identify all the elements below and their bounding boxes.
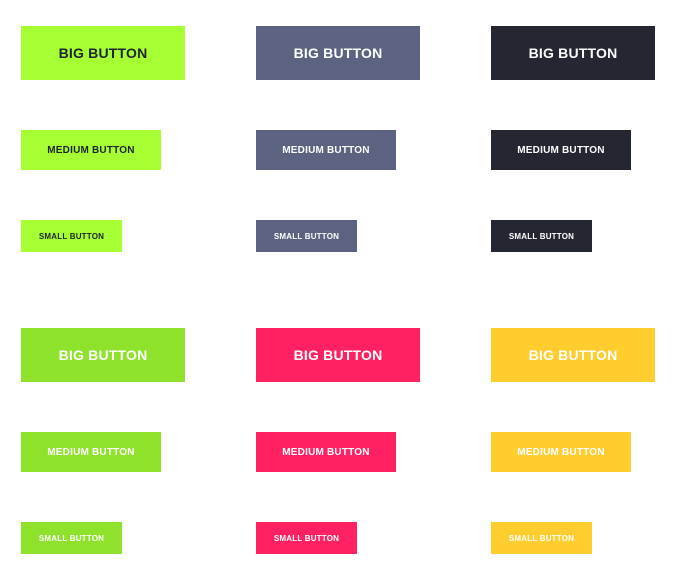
medium-button-pink[interactable]: MEDIUM BUTTON xyxy=(256,432,396,472)
small-button-lime[interactable]: SMALL BUTTON xyxy=(21,220,122,252)
small-button-slate[interactable]: SMALL BUTTON xyxy=(256,220,357,252)
big-button-slate[interactable]: BIG BUTTON xyxy=(256,26,420,80)
small-button-green[interactable]: SMALL BUTTON xyxy=(21,522,122,554)
small-button-yellow[interactable]: SMALL BUTTON xyxy=(491,522,592,554)
big-button-green[interactable]: BIG BUTTON xyxy=(21,328,185,382)
medium-button-green[interactable]: MEDIUM BUTTON xyxy=(21,432,161,472)
medium-button-yellow[interactable]: MEDIUM BUTTON xyxy=(491,432,631,472)
big-button-lime[interactable]: BIG BUTTON xyxy=(21,26,185,80)
medium-button-dark[interactable]: MEDIUM BUTTON xyxy=(491,130,631,170)
big-button-dark[interactable]: BIG BUTTON xyxy=(491,26,655,80)
small-button-pink[interactable]: SMALL BUTTON xyxy=(256,522,357,554)
medium-button-lime[interactable]: MEDIUM BUTTON xyxy=(21,130,161,170)
small-button-dark[interactable]: SMALL BUTTON xyxy=(491,220,592,252)
big-button-yellow[interactable]: BIG BUTTON xyxy=(491,328,655,382)
medium-button-slate[interactable]: MEDIUM BUTTON xyxy=(256,130,396,170)
big-button-pink[interactable]: BIG BUTTON xyxy=(256,328,420,382)
